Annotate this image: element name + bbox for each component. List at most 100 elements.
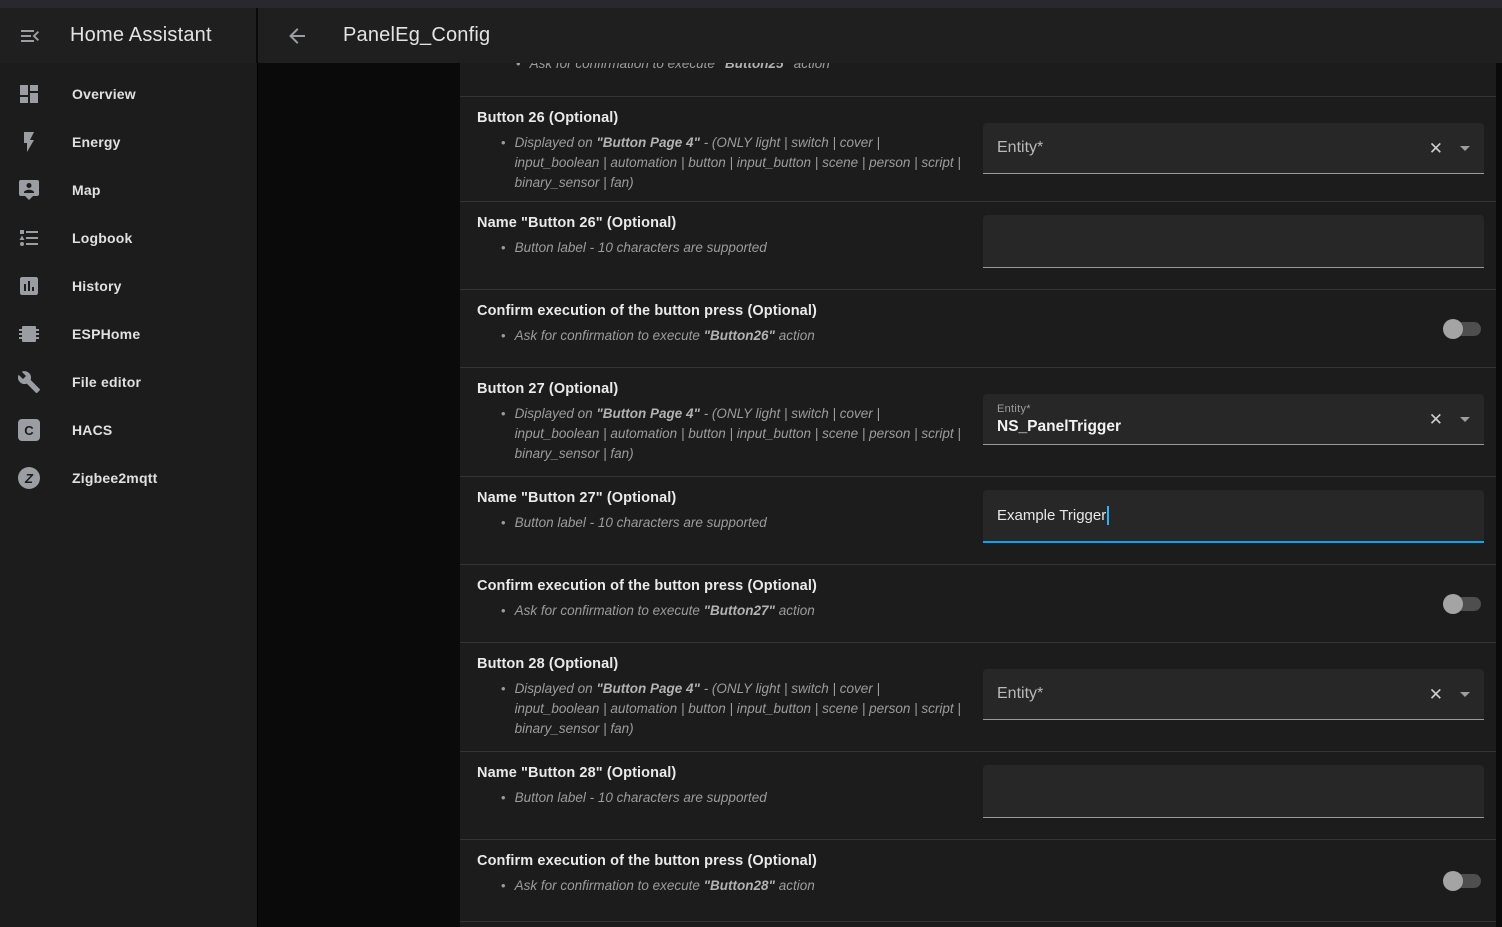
- field-description: Ask for confirmation to execute "Button2…: [477, 876, 965, 896]
- sidebar-header: Home Assistant: [0, 8, 258, 63]
- arrow-left-icon: [285, 24, 309, 48]
- entity-row-button27: Button 27 (Optional) Displayed on "Butto…: [460, 368, 1496, 477]
- sidebar-item-overview[interactable]: Overview: [0, 70, 257, 118]
- field-description: Displayed on "Button Page 4" - (ONLY lig…: [477, 404, 965, 464]
- field-description: Displayed on "Button Page 4" - (ONLY lig…: [477, 679, 965, 739]
- wrench-icon: [17, 370, 41, 394]
- clear-icon[interactable]: [1429, 411, 1443, 428]
- config-form-card: Ask for confirmation to execute "Button2…: [460, 63, 1496, 927]
- sidebar-item-energy[interactable]: Energy: [0, 118, 257, 166]
- field-title: Button 26 (Optional): [477, 110, 965, 126]
- bullet-icon: [501, 238, 506, 258]
- confirm-row-button26: Confirm execution of the button press (O…: [460, 290, 1496, 368]
- app-header: Home Assistant PanelEg_Config: [0, 8, 1502, 63]
- menu-open-icon: [18, 24, 42, 48]
- sidebar-item-label: ESPHome: [72, 326, 140, 342]
- field-title: Confirm execution of the button press (O…: [477, 303, 965, 319]
- sidebar: Overview Energy Map Logbook History ESPH…: [0, 63, 258, 927]
- dropdown-caret-icon[interactable]: [1460, 417, 1470, 422]
- sidebar-item-label: Zigbee2mqtt: [72, 470, 157, 486]
- entity-field-label: Entity*: [997, 403, 1121, 415]
- view-dashboard-icon: [17, 82, 41, 106]
- field-description: Button label - 10 characters are support…: [477, 513, 965, 533]
- confirm-toggle-button27[interactable]: [1443, 594, 1481, 614]
- sidebar-item-esphome[interactable]: ESPHome: [0, 310, 257, 358]
- bullet-icon: [501, 133, 506, 193]
- dropdown-caret-icon[interactable]: [1460, 146, 1470, 151]
- confirm-row-button27: Confirm execution of the button press (O…: [460, 565, 1496, 643]
- sidebar-item-history[interactable]: History: [0, 262, 257, 310]
- entity-field-value: NS_PanelTrigger: [997, 418, 1121, 436]
- sidebar-item-logbook[interactable]: Logbook: [0, 214, 257, 262]
- sidebar-item-label: HACS: [72, 422, 112, 438]
- name-row-button26: Name "Button 26" (Optional) Button label…: [460, 202, 1496, 290]
- entity-field-label: Entity*: [997, 139, 1043, 157]
- confirm-row-button28: Confirm execution of the button press (O…: [460, 840, 1496, 922]
- entity-select-button26[interactable]: Entity*: [983, 123, 1484, 174]
- content-area: Ask for confirmation to execute "Button2…: [258, 63, 1502, 927]
- chip-icon: [17, 322, 41, 346]
- sidebar-item-file-editor[interactable]: File editor: [0, 358, 257, 406]
- field-description: Button label - 10 characters are support…: [477, 238, 965, 258]
- field-description: Ask for confirmation to execute "Button2…: [477, 326, 965, 346]
- next-row-sliver: [460, 922, 1496, 927]
- bullet-icon: [501, 513, 506, 533]
- entity-select-button28[interactable]: Entity*: [983, 669, 1484, 720]
- confirm-toggle-button26[interactable]: [1443, 319, 1481, 339]
- back-button[interactable]: [285, 24, 309, 48]
- tooltip-account-icon: [17, 178, 41, 202]
- clear-icon[interactable]: [1429, 140, 1443, 157]
- bullet-icon: [501, 788, 506, 808]
- entity-row-button28: Button 28 (Optional) Displayed on "Butto…: [460, 643, 1496, 752]
- field-title: Confirm execution of the button press (O…: [477, 853, 965, 869]
- name-row-button28: Name "Button 28" (Optional) Button label…: [460, 752, 1496, 840]
- sidebar-item-map[interactable]: Map: [0, 166, 257, 214]
- name-input-button27[interactable]: Example Trigger: [983, 490, 1484, 543]
- field-title: Button 28 (Optional): [477, 656, 965, 672]
- field-title: Button 27 (Optional): [477, 381, 965, 397]
- sidebar-item-label: Logbook: [72, 230, 133, 246]
- page-title: PanelEg_Config: [343, 24, 490, 47]
- confirm-toggle-button28[interactable]: [1443, 871, 1481, 891]
- sidebar-toggle-button[interactable]: [18, 24, 42, 48]
- text-cursor: [1107, 506, 1109, 525]
- bullet-icon: [501, 404, 506, 464]
- field-title: Name "Button 28" (Optional): [477, 765, 965, 781]
- name-row-button27: Name "Button 27" (Optional) Button label…: [460, 477, 1496, 565]
- field-title: Confirm execution of the button press (O…: [477, 578, 965, 594]
- window-top-strip: [0, 0, 1502, 8]
- sidebar-item-label: File editor: [72, 374, 141, 390]
- field-description: Ask for confirmation to execute "Button2…: [477, 601, 965, 621]
- field-description: Displayed on "Button Page 4" - (ONLY lig…: [477, 133, 965, 193]
- sidebar-item-label: Energy: [72, 134, 121, 150]
- bullet-icon: [516, 63, 521, 74]
- bullet-icon: [501, 679, 506, 739]
- flash-icon: [17, 130, 41, 154]
- entity-row-button26: Button 26 (Optional) Displayed on "Butto…: [460, 97, 1496, 202]
- clear-icon[interactable]: [1429, 686, 1443, 703]
- field-title: Name "Button 26" (Optional): [477, 215, 965, 231]
- format-list-icon: [17, 226, 41, 250]
- field-description: Button label - 10 characters are support…: [477, 788, 965, 808]
- bullet-icon: [501, 601, 506, 621]
- zigbee-icon: [17, 466, 41, 490]
- sidebar-item-label: History: [72, 278, 122, 294]
- page-toolbar: PanelEg_Config: [258, 8, 1502, 63]
- toggle-thumb: [1443, 594, 1463, 614]
- chart-box-icon: [17, 274, 41, 298]
- hacs-c-icon: [17, 418, 41, 442]
- sidebar-item-zigbee2mqtt[interactable]: Zigbee2mqtt: [0, 454, 257, 502]
- entity-field-label: Entity*: [997, 685, 1043, 703]
- toggle-thumb: [1443, 319, 1463, 339]
- dropdown-caret-icon[interactable]: [1460, 692, 1470, 697]
- name-input-value: Example Trigger: [997, 507, 1106, 524]
- app-title: Home Assistant: [70, 24, 212, 47]
- field-title: Name "Button 27" (Optional): [477, 490, 965, 506]
- sidebar-item-label: Map: [72, 182, 101, 198]
- bullet-icon: [501, 876, 506, 896]
- sidebar-item-hacs[interactable]: HACS: [0, 406, 257, 454]
- toggle-thumb: [1443, 871, 1463, 891]
- entity-select-button27[interactable]: Entity* NS_PanelTrigger: [983, 394, 1484, 445]
- name-input-button28[interactable]: [983, 765, 1484, 818]
- name-input-button26[interactable]: [983, 215, 1484, 268]
